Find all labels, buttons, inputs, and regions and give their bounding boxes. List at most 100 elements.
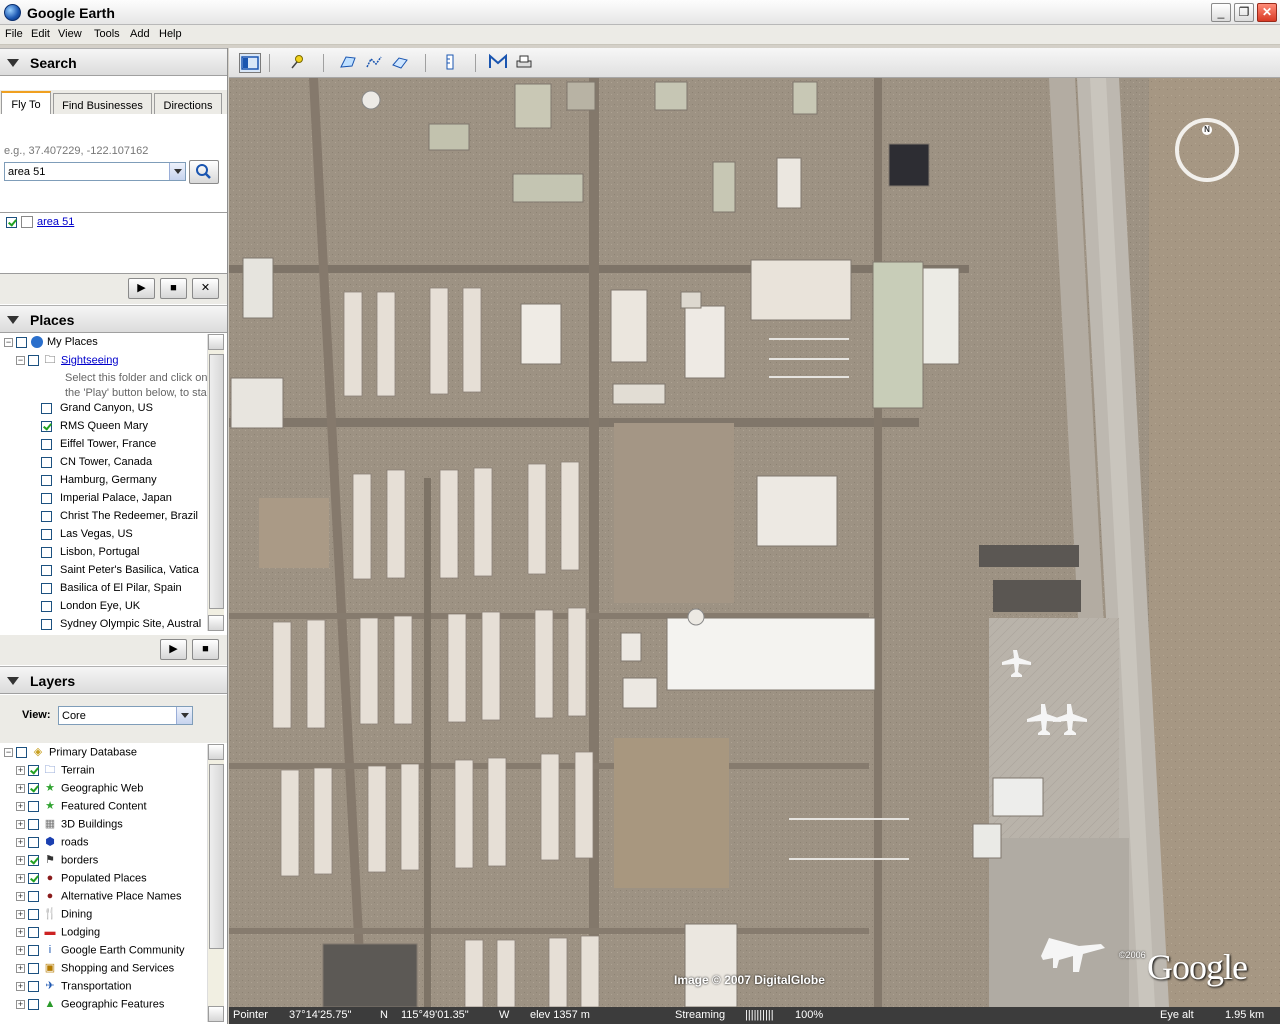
place-checkbox[interactable] [41,582,52,594]
tree-my-places[interactable]: − My Places [4,336,98,352]
scroll-down-arrow[interactable] [208,1006,224,1022]
list-item[interactable]: + ▣ Shopping and Services [16,962,174,978]
layer-checkbox[interactable] [28,765,39,776]
place-checkbox[interactable] [41,600,52,612]
list-item[interactable]: + ▬ Lodging [16,926,100,942]
search-button[interactable] [189,160,219,184]
view-select[interactable]: Core [58,706,193,725]
places-header[interactable]: Places [0,305,227,333]
layer-checkbox[interactable] [28,783,39,794]
layer-checkbox[interactable] [28,981,39,992]
my-places-checkbox[interactable] [16,336,27,348]
list-item[interactable]: + ⬢ roads [16,836,89,852]
collapse-icon[interactable]: − [4,748,13,757]
stop-button[interactable]: ■ [160,278,187,299]
list-item[interactable]: Sydney Olympic Site, Austral [41,618,201,631]
layer-checkbox[interactable] [28,801,39,812]
place-checkbox[interactable] [41,402,52,414]
list-item[interactable]: Christ The Redeemer, Brazil [41,510,198,526]
expand-icon[interactable]: + [16,874,25,883]
clear-button[interactable]: ✕ [192,278,219,299]
scroll-up-arrow[interactable] [208,334,224,350]
layer-checkbox[interactable] [28,873,39,884]
search-header[interactable]: Search [0,48,227,76]
tab-fly-to[interactable]: Fly To [1,91,51,115]
primary-database-checkbox[interactable] [16,747,27,758]
list-item[interactable]: + 🍴 Dining [16,908,92,924]
expand-icon[interactable]: + [16,838,25,847]
place-checkbox[interactable] [41,546,52,558]
path-button[interactable] [363,53,385,73]
tour-play-button[interactable]: ▶ [160,639,187,660]
image-overlay-button[interactable] [389,53,411,73]
menu-file[interactable]: File [5,28,23,40]
view-select-value[interactable]: Core [62,710,86,722]
satellite-imagery[interactable] [229,78,1280,1007]
maximize-button[interactable]: ❐ [1234,3,1254,22]
expand-icon[interactable]: + [16,928,25,937]
menu-add[interactable]: Add [130,28,150,40]
layer-checkbox[interactable] [28,855,39,866]
list-item[interactable]: Basilica of El Pilar, Spain [41,582,182,598]
layer-checkbox[interactable] [28,999,39,1010]
list-item[interactable]: London Eye, UK [41,600,140,616]
list-item[interactable]: Las Vegas, US [41,528,133,544]
sightseeing-checkbox[interactable] [28,355,39,366]
list-item[interactable]: Saint Peter's Basilica, Vatica [41,564,199,580]
place-checkbox[interactable] [41,510,52,522]
list-item[interactable]: Hamburg, Germany [41,474,157,490]
list-item[interactable]: + ▦ 3D Buildings [16,818,123,834]
list-item[interactable]: + i Google Earth Community [16,944,185,960]
expand-icon[interactable]: + [16,820,25,829]
list-item[interactable]: Eiffel Tower, France [41,438,156,454]
search-input-value[interactable]: area 51 [8,166,45,178]
scroll-down-arrow[interactable] [208,615,224,631]
sidebar-toggle-button[interactable] [239,53,261,73]
expand-icon[interactable]: + [16,892,25,901]
layer-checkbox[interactable] [28,819,39,830]
list-item[interactable]: + ★ Featured Content [16,800,147,816]
ruler-button[interactable] [439,53,461,73]
layer-checkbox[interactable] [28,909,39,920]
place-checkbox[interactable] [41,456,52,468]
list-item[interactable]: + ⚑ borders [16,854,98,870]
tab-find-businesses[interactable]: Find Businesses [53,93,152,115]
list-item[interactable]: Lisbon, Portugal [41,546,140,562]
map-view[interactable]: N Image © 2007 DigitalGlobe ©2006 Google [229,78,1280,1007]
list-item[interactable]: Imperial Palace, Japan [41,492,172,508]
expand-icon[interactable]: + [16,946,25,955]
menu-help[interactable]: Help [159,28,182,40]
compass-rose[interactable]: N [1175,118,1239,182]
scroll-thumb[interactable] [209,764,224,949]
sightseeing-link[interactable]: Sightseeing [61,354,119,366]
result-checkbox[interactable] [6,216,17,228]
place-checkbox[interactable] [41,528,52,540]
minimize-button[interactable]: _ [1211,3,1231,22]
tree-primary-database[interactable]: − ◈ Primary Database [4,746,137,762]
layer-checkbox[interactable] [28,945,39,956]
collapse-icon[interactable]: − [16,356,25,365]
placemark-button[interactable] [287,53,309,73]
view-dropdown-button[interactable] [176,707,192,724]
layer-checkbox[interactable] [28,891,39,902]
expand-icon[interactable]: + [16,910,25,919]
expand-icon[interactable]: + [16,982,25,991]
close-button[interactable]: ✕ [1257,3,1277,22]
result-link[interactable]: area 51 [37,216,74,228]
list-item[interactable]: Grand Canyon, US [41,402,153,418]
list-item[interactable]: CN Tower, Canada [41,456,152,472]
tree-sightseeing[interactable]: − 🗀 Sightseeing [16,354,119,370]
places-scrollbar[interactable] [207,334,224,631]
place-checkbox[interactable] [41,618,52,630]
place-checkbox[interactable] [41,438,52,450]
play-button[interactable]: ▶ [128,278,155,299]
email-button[interactable] [487,53,509,73]
list-item[interactable]: + ● Populated Places [16,872,147,888]
layer-checkbox[interactable] [28,837,39,848]
expand-icon[interactable]: + [16,784,25,793]
scroll-up-arrow[interactable] [208,744,224,760]
layer-checkbox[interactable] [28,927,39,938]
menu-tools[interactable]: Tools [94,28,120,40]
expand-icon[interactable]: + [16,766,25,775]
tab-directions[interactable]: Directions [154,93,222,115]
